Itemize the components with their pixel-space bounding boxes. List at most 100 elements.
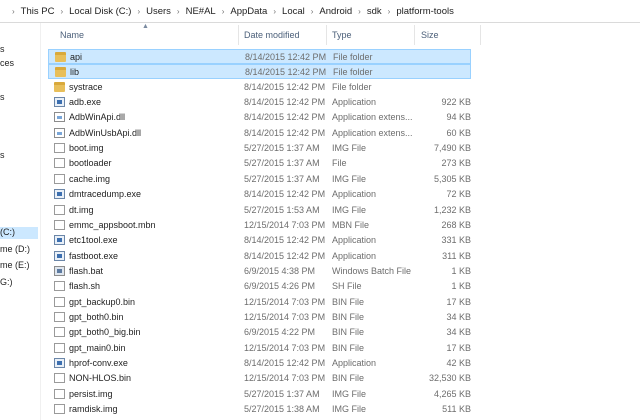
nav-item[interactable]: s [0,44,5,56]
file-name: bootloader [69,158,112,169]
file-name: AdbWinUsbApi.dll [69,127,142,138]
file-row[interactable]: lib 8/14/2015 12:42 PM File folder [48,64,471,80]
file-row[interactable]: adb.exe 8/14/2015 12:42 PM Application 922 … [48,95,471,110]
chevron-right-icon[interactable]: › [311,7,314,16]
breadcrumb-item[interactable]: Local [282,6,305,17]
file-row[interactable]: boot.img 5/27/2015 1:37 AM IMG File 7,490 K… [48,141,471,156]
breadcrumb-item[interactable]: This PC [21,6,55,17]
nav-item[interactable]: G:) [0,277,13,289]
file-type: IMG File [332,173,367,184]
file-row[interactable]: dmtracedump.exe 8/14/2015 12:42 PM Applica… [48,187,471,202]
chevron-right-icon[interactable]: › [358,7,361,16]
file-icon [54,373,65,384]
file-row[interactable]: api 8/14/2015 12:42 PM File folder [48,49,471,64]
file-row[interactable]: fastboot.exe 8/14/2015 12:42 PM Applicatio… [48,249,471,264]
nav-item[interactable]: me (E:) [0,260,30,272]
file-type: BIN File [332,296,365,307]
file-name: fastboot.exe [69,250,119,261]
file-date-modified: 8/14/2015 12:42 PM [244,250,326,261]
file-row[interactable]: gpt_both0.bin 12/15/2014 7:03 PM BIN File 3… [48,310,471,325]
file-size: 60 KB [446,127,471,138]
file-name: flash.sh [69,281,101,292]
chevron-right-icon[interactable]: › [137,7,140,16]
file-name: cache.img [69,173,111,184]
file-row[interactable]: flash.bat 6/9/2015 4:38 PM Windows Batch F… [48,264,471,279]
chevron-right-icon[interactable]: › [177,7,180,16]
file-row[interactable]: hprof-conv.exe 8/14/2015 12:42 PM Applicat… [48,356,471,371]
batch-file-icon [54,265,65,276]
file-row[interactable]: AdbWinApi.dll 8/14/2015 12:42 PM Applicati… [48,110,471,125]
file-row[interactable]: bootloader 5/27/2015 1:37 AM File 273 KB [48,156,471,171]
file-date-modified: 5/27/2015 1:38 AM [244,404,320,415]
breadcrumb-item[interactable]: sdk [367,6,382,17]
file-icon [54,281,65,292]
file-name: boot.img [69,143,104,154]
column-separator[interactable] [414,25,415,45]
file-name: hprof-conv.exe [69,358,128,368]
file-row[interactable]: gpt_backup0.bin 12/15/2014 7:03 PM BIN Fil… [48,295,471,310]
file-icon [54,404,65,415]
column-separator[interactable] [238,25,239,45]
file-row[interactable]: NON-HLOS.bin 12/15/2014 7:03 PM BIN File 32… [48,371,471,386]
chevron-right-icon[interactable]: › [60,7,63,16]
file-icon [54,173,65,184]
file-row[interactable]: persist.img 5/27/2015 1:37 AM IMG File 4,26… [48,387,471,402]
breadcrumb-item[interactable]: Android [319,6,352,17]
file-size: 34 KB [446,327,471,338]
file-row[interactable]: dt.img 5/27/2015 1:53 AM IMG File 1,232 KB [48,203,471,218]
chevron-right-icon[interactable]: › [273,7,276,16]
chevron-right-icon[interactable]: › [12,7,15,16]
file-row[interactable]: systrace 8/14/2015 12:42 PM File folder [48,80,471,95]
file-size: 7,490 KB [433,143,471,154]
file-row[interactable]: gpt_both0_big.bin 6/9/2015 4:22 PM BIN Fil… [48,325,471,340]
file-size: 32,530 KB [428,373,471,384]
file-name: ramdisk.img [69,404,118,415]
file-size: 273 KB [441,158,471,169]
dll-icon [54,112,65,123]
column-date-modified[interactable]: Date modified [244,30,300,40]
file-row[interactable]: cache.img 5/27/2015 1:37 AM IMG File 5,305 … [48,172,471,187]
file-icon [54,204,65,215]
chevron-right-icon[interactable]: › [388,7,391,16]
file-type: BIN File [332,342,365,353]
file-icon [54,342,65,353]
breadcrumb: › This PC › Local Disk (C:) › Users › NE#AL › App… [6,3,640,19]
breadcrumb-item[interactable]: NE#AL [186,6,216,17]
file-type: BIN File [332,311,365,322]
file-size: 5,305 KB [433,173,471,184]
column-name[interactable]: Name [60,30,84,40]
file-type: Application [332,250,377,261]
nav-item[interactable]: ces [0,58,14,70]
file-type: IMG File [332,204,367,215]
file-row[interactable]: etc1tool.exe 8/14/2015 12:42 PM Applicatio… [48,233,471,248]
nav-item[interactable]: s [0,92,5,104]
file-size: 42 KB [446,358,471,368]
column-size[interactable]: Size [421,30,439,40]
application-icon [54,235,65,246]
file-row[interactable]: emmc_appsboot.mbn 12/15/2014 7:03 PM MBN F… [48,218,471,233]
column-separator[interactable] [480,25,481,45]
file-type: IMG File [332,404,367,415]
file-row[interactable]: flash.sh 6/9/2015 4:26 PM SH File 1 KB [48,279,471,294]
column-separator[interactable] [326,25,327,45]
breadcrumb-item[interactable]: Local Disk (C:) [69,6,131,17]
file-name: dmtracedump.exe [69,189,142,200]
file-date-modified: 6/9/2015 4:22 PM [244,327,316,338]
file-size: 1 KB [451,265,471,276]
application-icon [54,97,65,108]
file-date-modified: 8/14/2015 12:42 PM [245,52,327,62]
chevron-right-icon[interactable]: › [222,7,225,16]
file-type: Application [332,235,377,246]
breadcrumb-item[interactable]: AppData [230,6,267,17]
nav-item[interactable]: me (D:) [0,244,30,256]
file-row[interactable]: ramdisk.img 5/27/2015 1:38 AM IMG File 511 … [48,402,471,417]
file-row[interactable]: gpt_main0.bin 12/15/2014 7:03 PM BIN File 1… [48,341,471,356]
file-date-modified: 12/15/2014 7:03 PM [244,311,326,322]
breadcrumb-item[interactable]: platform-tools [396,6,454,17]
file-row[interactable]: AdbWinUsbApi.dll 8/14/2015 12:42 PM Applic… [48,126,471,141]
address-bar[interactable]: › This PC › Local Disk (C:) › Users › NE#AL › App… [0,0,640,23]
nav-item[interactable]: s [0,150,5,162]
breadcrumb-item[interactable]: Users [146,6,171,17]
column-type[interactable]: Type [332,30,352,40]
nav-item[interactable]: (C:) [0,227,38,239]
